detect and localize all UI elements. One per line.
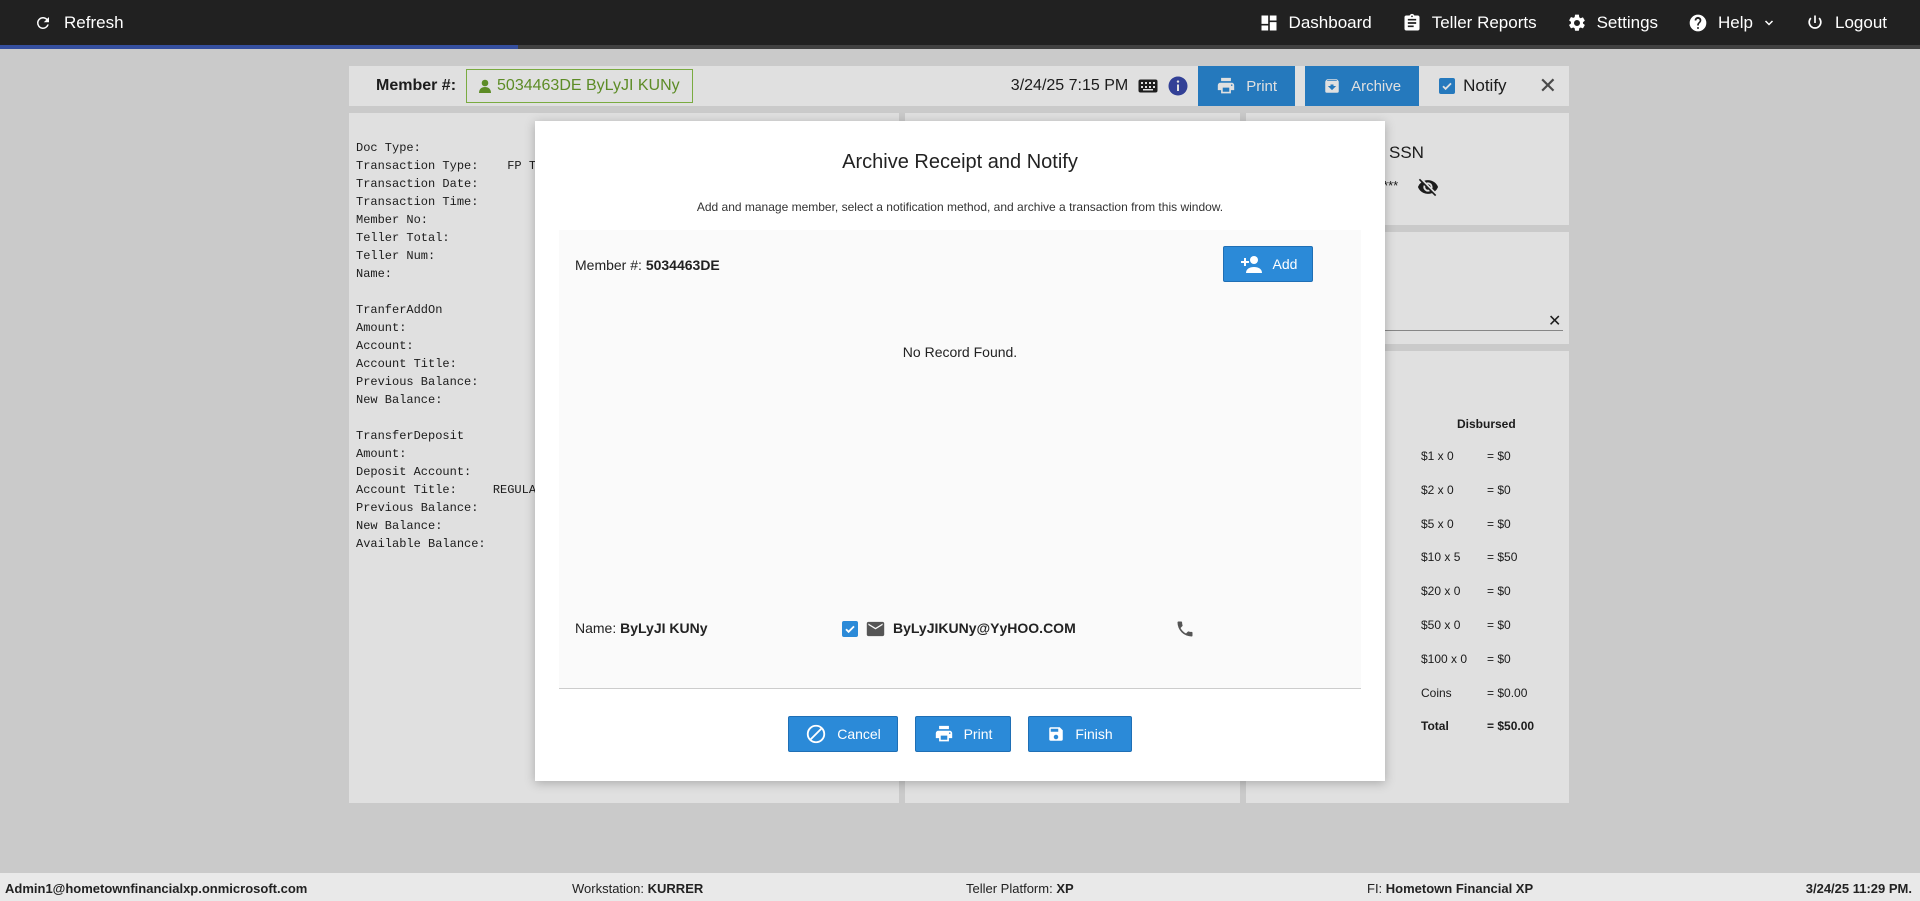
nav-settings[interactable]: Settings xyxy=(1567,13,1658,33)
refresh-label: Refresh xyxy=(64,12,124,32)
status-bar: Admin1@hometownfinancialxp.onmicrosoft.c… xyxy=(0,873,1920,901)
nav-dashboard[interactable]: Dashboard xyxy=(1259,13,1372,33)
clipboard-icon xyxy=(1404,13,1420,31)
person-add-icon xyxy=(1240,256,1262,273)
gear-icon xyxy=(1568,14,1585,31)
archive-notify-dialog: Archive Receipt and Notify Add and manag… xyxy=(535,121,1385,781)
power-icon xyxy=(1808,15,1822,29)
dialog-member: Member #: 5034463DE xyxy=(575,257,720,273)
chevron-down-icon xyxy=(1764,19,1774,26)
nav-teller-reports[interactable]: Teller Reports xyxy=(1402,13,1537,33)
nav-logout-label: Logout xyxy=(1835,12,1887,32)
dialog-member-label: Member #: xyxy=(575,257,642,273)
platform-label: Teller Platform: xyxy=(966,881,1053,896)
top-bar: Refresh Dashboard Teller Reports Setting… xyxy=(0,0,1920,45)
dashboard-icon xyxy=(1261,15,1277,30)
finish-button[interactable]: Finish xyxy=(1028,716,1132,752)
platform-value: XP xyxy=(1056,881,1074,896)
add-member-label: Add xyxy=(1272,256,1298,272)
fi-label: FI: xyxy=(1367,881,1383,896)
printer-icon xyxy=(935,725,952,742)
help-icon xyxy=(1689,14,1707,31)
cancel-button[interactable]: Cancel xyxy=(788,716,898,752)
dialog-name: Name: ByLyJI KUNy xyxy=(575,620,708,636)
status-datetime: 3/24/25 11:29 PM. xyxy=(1805,881,1912,896)
add-member-button[interactable]: Add xyxy=(1223,246,1313,282)
dialog-email: ByLyJIKUNy@YyHOO.COM xyxy=(893,620,1076,636)
dialog-title: Archive Receipt and Notify xyxy=(842,151,1078,173)
phone-icon[interactable] xyxy=(1175,619,1195,639)
nav-settings-label: Settings xyxy=(1596,12,1659,32)
nav-teller-reports-label: Teller Reports xyxy=(1431,12,1537,32)
dialog-subtitle: Add and manage member, select a notifica… xyxy=(696,200,1224,214)
refresh-button[interactable]: Refresh xyxy=(0,13,124,33)
mail-icon xyxy=(866,621,885,637)
status-platform: Teller Platform: XP xyxy=(966,881,1074,896)
cancel-label: Cancel xyxy=(837,726,881,742)
print-button[interactable]: Print xyxy=(915,716,1011,752)
finish-label: Finish xyxy=(1075,726,1113,742)
dialog-name-label: Name: xyxy=(575,620,617,636)
email-notify-checkbox[interactable] xyxy=(842,621,858,637)
nav-help-label: Help xyxy=(1718,12,1753,32)
status-user: Admin1@hometownfinancialxp.onmicrosoft.c… xyxy=(5,881,308,896)
member-panel: Member #: 5034463DE Add No Record Found.… xyxy=(559,230,1361,689)
save-icon xyxy=(1049,727,1064,741)
block-icon xyxy=(807,724,826,744)
top-nav: Dashboard Teller Reports Settings Help L… xyxy=(1259,13,1920,33)
dialog-member-value: 5034463DE xyxy=(645,257,720,273)
status-fi: FI: Hometown Financial XP xyxy=(1367,881,1533,896)
nav-logout[interactable]: Logout xyxy=(1805,13,1887,33)
status-workstation: Workstation: KURRER xyxy=(572,881,703,896)
fi-value: Hometown Financial XP xyxy=(1385,881,1534,896)
refresh-icon xyxy=(36,16,49,29)
workstation-label: Workstation: xyxy=(572,881,645,896)
nav-help[interactable]: Help xyxy=(1688,13,1775,33)
nav-dashboard-label: Dashboard xyxy=(1288,12,1372,32)
dialog-name-value: ByLyJI KUNy xyxy=(620,620,708,636)
print-label: Print xyxy=(963,726,993,742)
workstation-value: KURRER xyxy=(647,881,704,896)
no-record-message: No Record Found. xyxy=(902,344,1018,360)
